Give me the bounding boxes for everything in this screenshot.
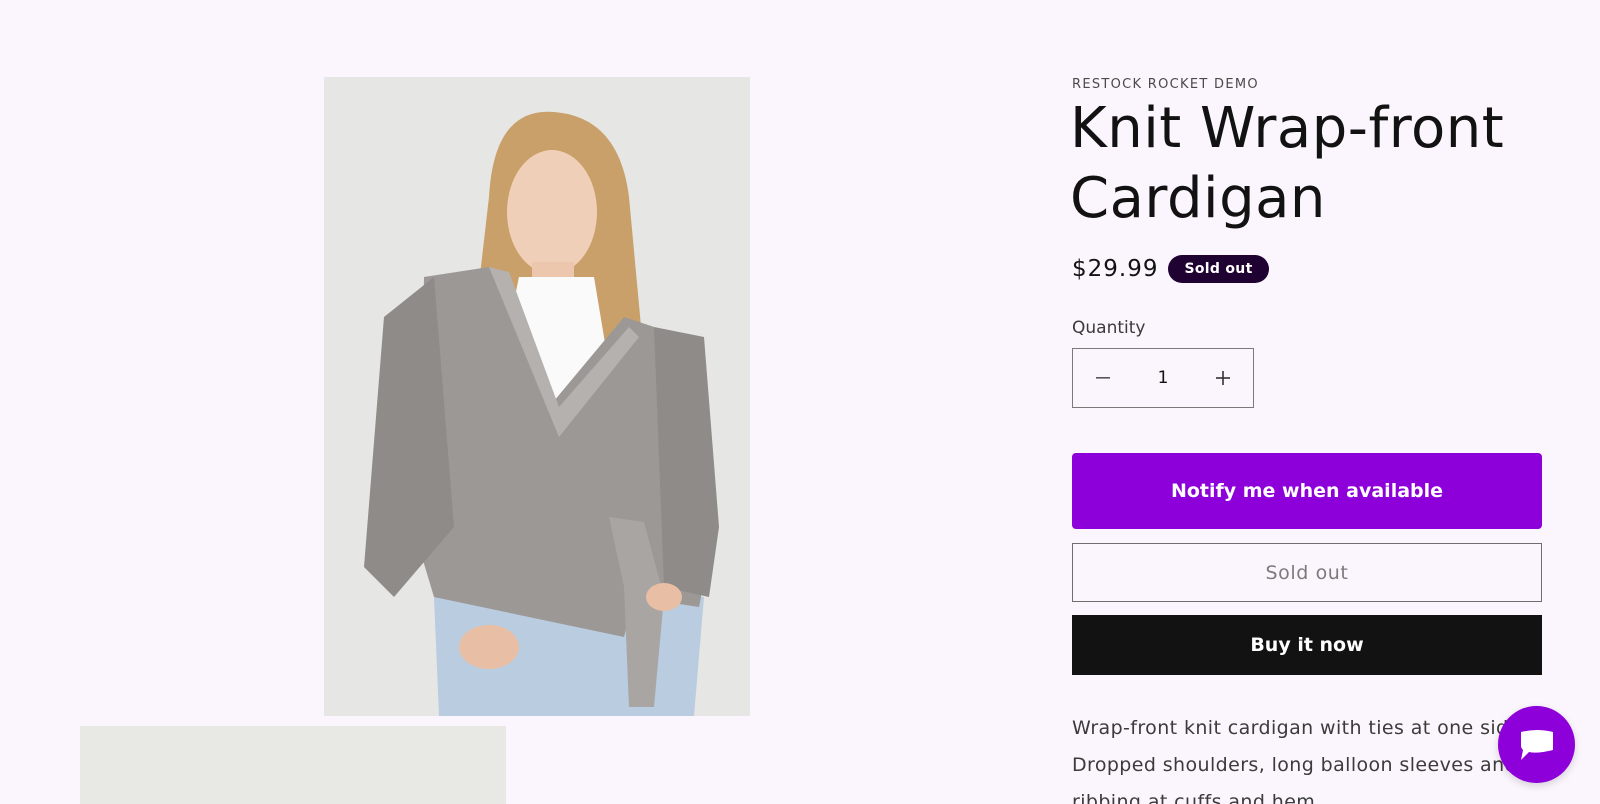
quantity-label: Quantity (1072, 318, 1146, 338)
sold-out-badge: Sold out (1168, 255, 1269, 283)
chat-icon (1520, 729, 1553, 760)
notify-me-button[interactable]: Notify me when available (1072, 453, 1542, 529)
quantity-input[interactable]: 1 (1133, 368, 1193, 388)
product-image-main[interactable] (324, 77, 750, 716)
quantity-increase-button[interactable] (1193, 349, 1253, 407)
product-title: Knit Wrap-front Cardigan (1070, 96, 1505, 231)
price-row: $29.99 Sold out (1072, 255, 1269, 283)
product-description: Wrap-front knit cardigan with ties at on… (1072, 717, 1528, 804)
chat-launcher-button[interactable] (1498, 706, 1575, 783)
buy-now-button[interactable]: Buy it now (1072, 615, 1542, 675)
plus-icon (1216, 371, 1230, 385)
quantity-decrease-button[interactable] (1073, 349, 1133, 407)
model-photo (324, 77, 750, 716)
sold-out-button[interactable]: Sold out (1072, 543, 1542, 602)
minus-icon (1096, 377, 1110, 379)
quantity-stepper: 1 (1072, 348, 1254, 408)
product-vendor: RESTOCK ROCKET DEMO (1072, 77, 1259, 92)
product-price: $29.99 (1072, 256, 1159, 282)
product-image-secondary[interactable] (80, 726, 506, 804)
